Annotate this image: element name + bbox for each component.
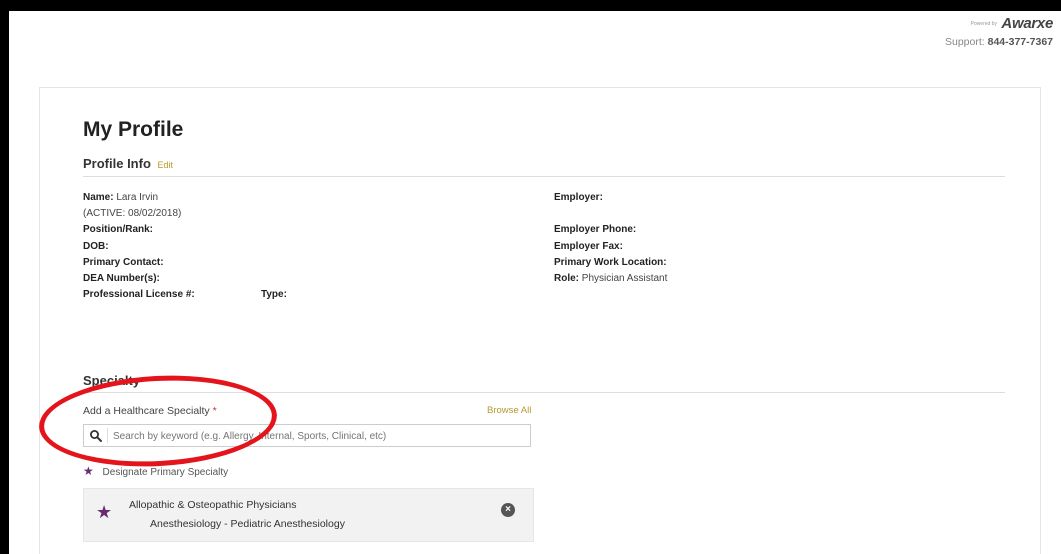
browse-all-link[interactable]: Browse All (487, 405, 531, 416)
selected-specialty-item: ★ Allopathic & Osteopathic Physicians An… (83, 488, 534, 542)
primary-work-location-field: Primary Work Location: (554, 257, 667, 268)
employer-fax-field: Employer Fax: (554, 241, 623, 252)
support-phone[interactable]: 844-377-7367 (988, 36, 1053, 48)
edit-profile-link[interactable]: Edit (158, 160, 174, 170)
role-field: Role: Physician Assistant (554, 273, 668, 284)
profile-info-heading: Profile Info Edit (83, 156, 173, 171)
dea-field: DEA Number(s): (83, 273, 160, 284)
remove-icon[interactable]: × (501, 503, 515, 517)
support-info: Support: 844-377-7367 (945, 36, 1053, 48)
profile-info-title: Profile Info (83, 156, 151, 171)
license-type-field: Type: (261, 289, 287, 300)
awarxe-logo: Awarxe (1001, 15, 1053, 32)
employer-phone-field: Employer Phone: (554, 224, 637, 235)
page-title: My Profile (83, 118, 184, 141)
name-field: Name: Lara Irvin (83, 192, 159, 203)
role-value: Physician Assistant (581, 273, 668, 284)
status-field: (ACTIVE: 08/02/2018) (83, 208, 182, 219)
support-label: Support: (944, 36, 985, 48)
position-field: Position/Rank: (83, 224, 154, 235)
brand-header: Powered by Awarxe Support: 844-377-7367 (945, 15, 1053, 48)
employer-field: Employer: (554, 192, 603, 203)
primary-star-icon[interactable]: ★ (96, 502, 112, 523)
license-field: Professional License #: (83, 289, 195, 300)
star-icon: ★ (83, 464, 94, 478)
dob-field: DOB: (83, 241, 109, 252)
specialty-subcategory: Anesthesiology - Pediatric Anesthesiolog… (150, 518, 345, 530)
divider (83, 176, 1005, 177)
name-value: Lara Irvin (116, 192, 159, 203)
specialty-category: Allopathic & Osteopathic Physicians (129, 499, 297, 511)
app-screen: Powered by Awarxe Support: 844-377-7367 … (9, 11, 1061, 554)
profile-card: My Profile Profile Info Edit Name: Lara … (39, 87, 1041, 554)
powered-by-text: Powered by (970, 20, 997, 27)
primary-contact-field: Primary Contact: (83, 257, 164, 268)
